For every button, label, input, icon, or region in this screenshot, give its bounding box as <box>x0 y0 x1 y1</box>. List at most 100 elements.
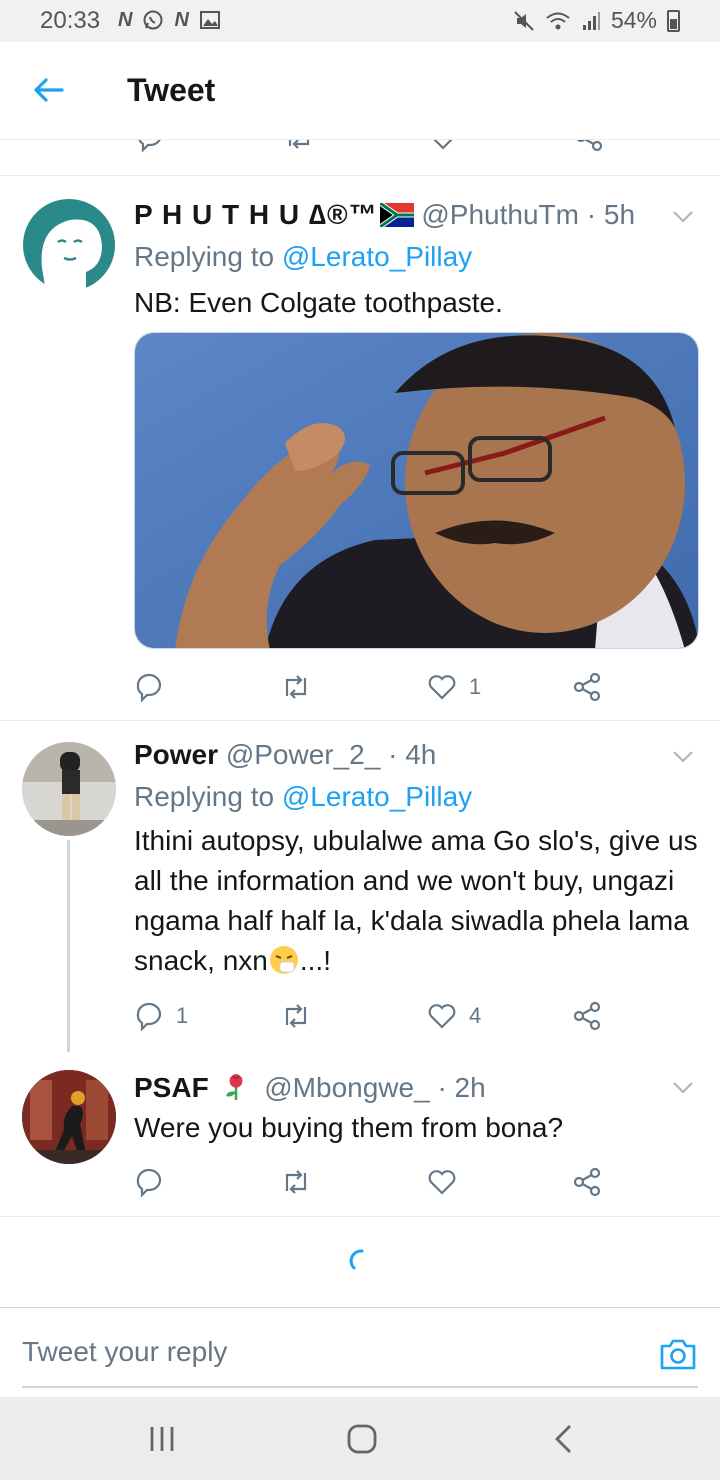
tweet-text-body: Ithini autopsy, ubulalwe ama Go slo's, g… <box>134 825 698 976</box>
tweet-actions <box>134 1164 614 1200</box>
page-title: Tweet <box>127 72 216 108</box>
share-action[interactable] <box>572 669 602 705</box>
tweet-actions: 1 4 <box>134 998 614 1034</box>
thread-connector-line <box>67 840 70 1068</box>
retweet-icon[interactable] <box>281 1001 311 1031</box>
reply-count: 1 <box>176 1003 189 1028</box>
battery-icon <box>667 9 680 32</box>
user-handle[interactable]: @Power_2_ <box>226 739 381 770</box>
battery-percent: 54% <box>610 7 657 33</box>
retweet-icon[interactable] <box>281 1167 311 1197</box>
reply-input-underline <box>22 1386 698 1388</box>
like-count: 1 <box>469 674 482 699</box>
notification-icons: N N <box>118 9 221 32</box>
n-notification-icon: N <box>174 9 189 31</box>
share-icon[interactable] <box>572 672 602 702</box>
avatar[interactable] <box>22 1070 116 1164</box>
tweet-time: · 2h <box>437 1072 486 1103</box>
mention-link[interactable]: @Lerato_Pillay <box>282 781 472 812</box>
prev-like-count: 4 <box>472 140 484 146</box>
display-name[interactable]: P H U T H U ∆®™ <box>134 199 378 230</box>
status-bar: 20:33 N N 54% <box>0 0 720 42</box>
replying-label: Replying to <box>134 781 275 812</box>
whatsapp-icon <box>143 10 163 30</box>
like-action[interactable] <box>427 1164 469 1200</box>
chevron-down-icon[interactable] <box>670 203 696 229</box>
reply-icon[interactable] <box>134 672 164 702</box>
tweet-card[interactable]: PSAF @Mbongwe_ · 2h Were you buying them… <box>0 1052 720 1216</box>
gallery-icon <box>199 11 220 29</box>
tweet-time: · 4h <box>388 739 437 770</box>
status-right: 54% <box>513 7 680 34</box>
tweet-card[interactable]: Power @Power_2_ · 4h Replying to @Lerato… <box>0 721 720 1051</box>
replying-to: Replying to @Lerato_Pillay <box>134 781 472 813</box>
sneezing-face-emoji-icon <box>269 946 298 974</box>
replying-label: Replying to <box>134 241 275 272</box>
reply-action[interactable] <box>134 1164 176 1200</box>
tweet-image[interactable] <box>134 332 699 649</box>
tweet-header: Power @Power_2_ · 4h <box>134 739 436 771</box>
reply-action[interactable]: 1 <box>134 998 188 1034</box>
user-handle[interactable]: @PhuthuTm <box>421 199 579 230</box>
n-notification-icon: N <box>118 9 133 31</box>
camera-icon[interactable] <box>658 1334 698 1374</box>
reply-action[interactable] <box>134 669 176 705</box>
retweet-action[interactable] <box>281 998 323 1034</box>
reply-input[interactable]: Tweet your reply <box>22 1336 227 1368</box>
rose-emoji-icon <box>226 1074 243 1100</box>
like-count: 4 <box>469 1003 482 1028</box>
reply-icon[interactable] <box>134 1167 164 1197</box>
like-action[interactable]: 1 <box>427 669 481 705</box>
signal-icon <box>582 11 600 30</box>
like-icon[interactable] <box>428 140 458 152</box>
retweet-action[interactable] <box>281 1164 323 1200</box>
like-icon[interactable] <box>427 1167 457 1197</box>
tweet-text: NB: Even Colgate toothpaste. <box>134 287 503 318</box>
mention-link[interactable]: @Lerato_Pillay <box>282 241 472 272</box>
share-icon[interactable] <box>574 140 604 152</box>
display-name[interactable]: PSAF <box>134 1072 209 1103</box>
reply-composer: Tweet your reply <box>0 1307 720 1397</box>
retweet-icon[interactable] <box>284 140 314 152</box>
user-handle[interactable]: @Mbongwe_ <box>264 1072 429 1103</box>
retweet-icon[interactable] <box>281 672 311 702</box>
like-action[interactable]: 4 <box>427 998 481 1034</box>
tweet-actions: 1 <box>134 669 614 705</box>
tweet-header: P H U T H U ∆®™ @PhuthuTm · 5h <box>134 199 635 231</box>
like-icon[interactable] <box>427 672 457 702</box>
top-app-bar: Tweet <box>0 42 720 140</box>
wifi-icon <box>546 12 570 29</box>
reply-icon[interactable] <box>135 140 165 152</box>
share-action[interactable] <box>572 1164 602 1200</box>
display-name[interactable]: Power <box>134 739 218 770</box>
back-arrow-icon[interactable] <box>30 72 66 108</box>
tweet-card[interactable]: P H U T H U ∆®™ @PhuthuTm · 5h Replying … <box>0 177 720 720</box>
tweet-time: · 5h <box>586 199 636 230</box>
tweet-text: Were you buying them from bona? <box>134 1112 564 1143</box>
avatar[interactable] <box>22 198 116 292</box>
tweet-text-suffix: ...! <box>299 945 331 976</box>
tweet-header: PSAF @Mbongwe_ · 2h <box>134 1070 486 1104</box>
chevron-down-icon[interactable] <box>670 743 696 769</box>
back-icon[interactable] <box>544 1421 584 1457</box>
mute-icon <box>514 10 534 31</box>
share-action[interactable] <box>572 998 602 1034</box>
reply-icon[interactable] <box>134 1001 164 1031</box>
system-navigation-bar <box>0 1397 720 1480</box>
like-icon[interactable] <box>427 1001 457 1031</box>
loading-spinner-icon <box>349 1249 364 1270</box>
share-icon[interactable] <box>572 1001 602 1031</box>
chevron-down-icon[interactable] <box>670 1074 696 1100</box>
recent-apps-icon[interactable] <box>142 1421 182 1457</box>
prev-retweet-count: 1 <box>328 140 340 146</box>
retweet-action[interactable] <box>281 669 323 705</box>
share-icon[interactable] <box>572 1167 602 1197</box>
avatar[interactable] <box>22 742 116 836</box>
tweet-text: Ithini autopsy, ubulalwe ama Go slo's, g… <box>134 821 704 981</box>
south-africa-flag-icon <box>378 200 414 230</box>
replying-to: Replying to @Lerato_Pillay <box>134 241 472 273</box>
home-icon[interactable] <box>342 1421 382 1457</box>
divider <box>0 1216 720 1217</box>
status-time: 20:33 <box>40 7 101 34</box>
previous-tweet-actions: 1 4 <box>0 140 720 176</box>
